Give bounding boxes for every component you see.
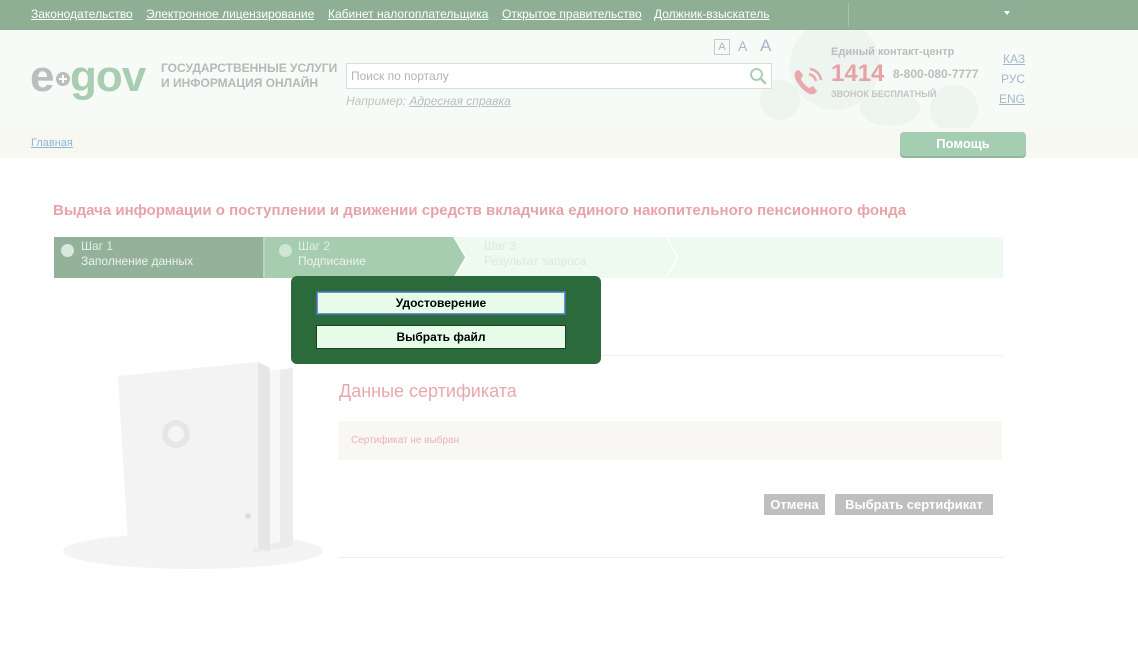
search-icon[interactable] xyxy=(749,67,767,85)
nav-link-e-licensing[interactable]: Электронное лицензирование xyxy=(146,7,314,21)
site-title: ГОСУДАРСТВЕННЫЕ УСЛУГИ И ИНФОРМАЦИЯ ОНЛА… xyxy=(161,61,337,91)
choose-file-option-button[interactable]: Выбрать файл xyxy=(316,325,566,349)
nav-link-taxpayer-cabinet[interactable]: Кабинет налогоплательщика xyxy=(328,7,488,21)
step-1-desc: Заполнение данных xyxy=(81,254,194,268)
search-input[interactable] xyxy=(351,67,741,85)
phone-icon xyxy=(794,67,823,95)
dropdown-caret-icon[interactable] xyxy=(1004,11,1010,15)
nav-link-legislation[interactable]: Законодательство xyxy=(31,7,133,21)
contact-center-label: Единый контакт-центр xyxy=(831,46,955,58)
page-title: Выдача информации о поступлении и движен… xyxy=(53,202,906,219)
header: e gov ГОСУДАРСТВЕННЫЕ УСЛУГИ И ИНФОРМАЦИ… xyxy=(0,30,1138,128)
site-title-line1: ГОСУДАРСТВЕННЫЕ УСЛУГИ xyxy=(161,61,338,75)
check-icon xyxy=(279,244,292,257)
contact-phone-number: 8-800-080-7777 xyxy=(893,67,979,81)
top-nav-bar: Законодательство Электронное лицензирова… xyxy=(0,0,1138,30)
nav-divider xyxy=(848,3,849,27)
cancel-button[interactable]: Отмена xyxy=(764,494,825,515)
breadcrumb-home-link[interactable]: Главная xyxy=(31,137,73,149)
select-certificate-button[interactable]: Выбрать сертификат xyxy=(835,494,993,515)
signing-method-popup: Удостоверение Выбрать файл xyxy=(291,276,601,364)
step-2-desc: Подписание xyxy=(298,254,366,268)
step-3-number: Шаг 3 xyxy=(484,239,517,253)
step-1-number: Шаг 1 xyxy=(81,239,114,253)
lang-kaz-link[interactable]: КАЗ xyxy=(1003,52,1025,66)
logo-e[interactable]: e xyxy=(30,52,55,102)
check-icon xyxy=(61,244,74,257)
wizard-steps: Шаг 1 Заполнение данных Шаг 2 Подписание… xyxy=(54,237,1003,278)
search-example: Например: Адресная справка xyxy=(346,94,511,108)
search-example-prefix: Например: xyxy=(346,94,410,108)
site-title-line2: И ИНФОРМАЦИЯ ОНЛАЙН xyxy=(161,76,319,90)
font-size-medium-button[interactable]: A xyxy=(738,38,747,54)
cert-status-text: Сертификат не выбран xyxy=(351,435,460,446)
help-button[interactable]: Помощь xyxy=(900,132,1026,156)
binder-illustration xyxy=(63,362,323,569)
nav-link-open-government[interactable]: Открытое правительство xyxy=(502,7,642,21)
nav-link-debtor[interactable]: Должник-взыскатель xyxy=(654,7,769,21)
breadcrumb-bar: Главная Помощь xyxy=(0,128,1138,158)
divider xyxy=(338,557,1003,558)
step-3-desc: Результат запроса xyxy=(484,254,587,268)
cert-status-panel: Сертификат не выбран xyxy=(338,421,1002,460)
search-box xyxy=(346,63,772,89)
step-1: Шаг 1 Заполнение данных xyxy=(54,237,264,278)
id-card-option-button[interactable]: Удостоверение xyxy=(316,291,566,315)
step-2-number: Шаг 2 xyxy=(298,239,331,253)
font-size-large-button[interactable]: A xyxy=(760,36,771,56)
step-2: Шаг 2 Подписание xyxy=(264,237,454,278)
lang-rus-current: РУС xyxy=(1001,72,1026,86)
cert-section-title: Данные сертификата xyxy=(339,381,517,401)
font-size-small-button[interactable]: A xyxy=(714,39,730,55)
lang-eng-link[interactable]: ENG xyxy=(999,92,1025,106)
search-example-link[interactable]: Адресная справка xyxy=(409,94,510,108)
contact-short-number: 1414 xyxy=(831,60,885,87)
contact-free-call: ЗВОНОК БЕСПЛАТНЫЙ xyxy=(831,89,937,99)
step-3: Шаг 3 Результат запроса xyxy=(466,237,666,278)
logo-plus-icon xyxy=(56,72,70,86)
logo-gov[interactable]: gov xyxy=(70,52,146,102)
decor-circle xyxy=(930,85,978,128)
